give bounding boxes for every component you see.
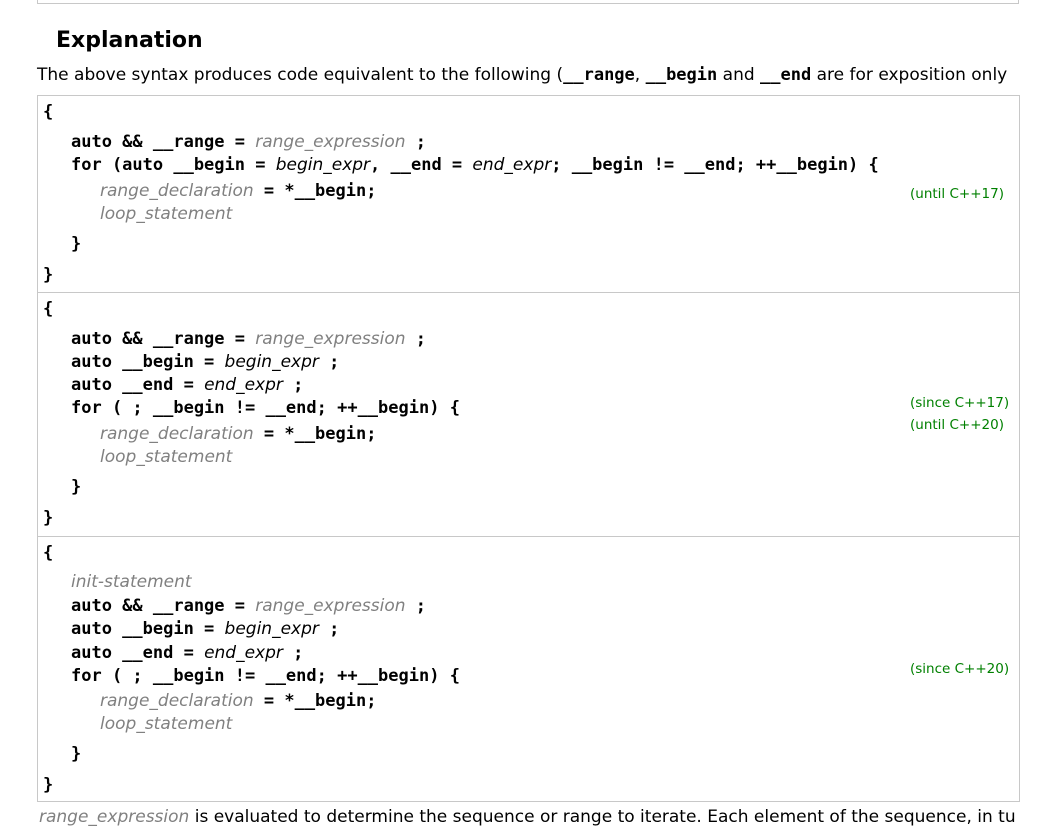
version-marker-until-cpp20: (until C++20) (910, 417, 1004, 433)
version-row-since-cpp20: { init-statement auto && __range = range… (38, 537, 1019, 801)
range-var: __range (563, 65, 635, 85)
version-marker-since-cpp20: (since C++20) (910, 661, 1010, 677)
version-row-until-cpp17: { auto && __range = range_expression ; f… (38, 96, 1019, 293)
following-paragraph: range_expression is evaluated to determi… (39, 807, 1016, 827)
previous-table-bottom (37, 0, 1019, 4)
range-expression-term: range_expression (39, 807, 190, 827)
section-heading: Explanation (56, 28, 203, 53)
version-marker-since-cpp17: (since C++17) (910, 395, 1010, 411)
code-block: { init-statement auto && __range = range… (43, 543, 460, 795)
begin-var: __begin (645, 65, 718, 85)
code-block: { auto && __range = range_expression ; f… (43, 102, 879, 285)
version-marker-until-cpp17: (until C++17) (910, 186, 1004, 202)
intro-paragraph: The above syntax produces code equivalen… (37, 65, 1008, 85)
code-block: { auto && __range = range_expression ; a… (43, 299, 460, 528)
end-var: __end (760, 65, 812, 85)
version-row-cpp17-cpp20: { auto && __range = range_expression ; a… (38, 293, 1019, 537)
version-table: { auto && __range = range_expression ; f… (37, 95, 1020, 802)
